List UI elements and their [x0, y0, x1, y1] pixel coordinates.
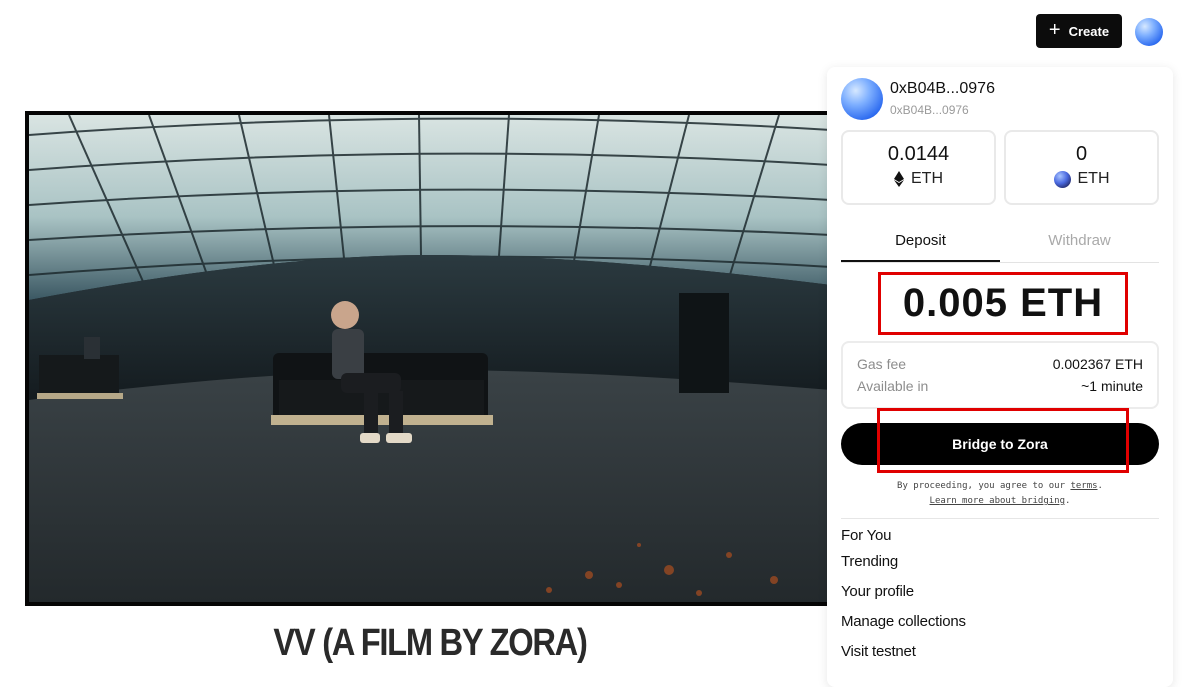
- nav-menu: For You Trending Your profile Manage col…: [841, 526, 966, 672]
- divider: [841, 518, 1159, 519]
- balance-card-eth: 0.0144 ETH: [841, 130, 996, 205]
- legal-prefix: By proceeding, you agree to our: [897, 481, 1071, 491]
- gas-fee-value: 0.002367 ETH: [1052, 356, 1143, 372]
- balance-unit: ETH: [911, 170, 943, 187]
- available-in-label: Available in: [857, 378, 929, 394]
- profile-avatar[interactable]: [1135, 18, 1163, 46]
- legal-suffix: .: [1097, 481, 1103, 491]
- menu-item-manage-collections[interactable]: Manage collections: [841, 612, 966, 642]
- bridge-tabs: Deposit Withdraw: [841, 223, 1159, 263]
- bridge-button[interactable]: Bridge to Zora: [841, 423, 1159, 465]
- balance-unit: ETH: [1077, 170, 1110, 187]
- plus-icon: +: [1048, 19, 1061, 41]
- learn-suffix: .: [1065, 496, 1071, 506]
- create-label: Create: [1068, 23, 1110, 39]
- balance-value: 0: [1075, 143, 1088, 165]
- video-player[interactable]: [25, 111, 835, 606]
- video-title: VV (A FILM BY ZORA): [273, 622, 587, 664]
- tab-withdraw[interactable]: Withdraw: [1000, 223, 1159, 262]
- video-frame: [29, 115, 831, 602]
- create-button[interactable]: + Create: [1036, 14, 1122, 48]
- amount-input[interactable]: 0.005 ETH: [878, 272, 1128, 335]
- menu-item-trending[interactable]: Trending: [841, 552, 966, 582]
- fee-summary: Gas fee 0.002367 ETH Available in ~1 min…: [841, 341, 1159, 409]
- wallet-panel: 0xB04B...0976 0xB04B...0976 0.0144 ETH 0…: [827, 67, 1173, 687]
- learn-bridging-link[interactable]: Learn more about bridging: [930, 496, 1065, 506]
- video-still-image: [29, 115, 831, 602]
- balance-value: 0.0144: [887, 143, 950, 165]
- gas-fee-label: Gas fee: [857, 356, 907, 372]
- account-address: 0xB04B...0976: [890, 103, 969, 117]
- tab-deposit[interactable]: Deposit: [841, 223, 1000, 262]
- menu-item-visit-testnet[interactable]: Visit testnet: [841, 642, 966, 672]
- zora-orb-icon: [1053, 170, 1071, 188]
- terms-link[interactable]: terms: [1070, 481, 1097, 491]
- account-avatar: [841, 78, 883, 120]
- menu-item-your-profile[interactable]: Your profile: [841, 582, 966, 612]
- account-name[interactable]: 0xB04B...0976: [890, 80, 995, 98]
- ethereum-icon: [894, 171, 904, 187]
- available-in-value: ~1 minute: [1081, 378, 1143, 394]
- menu-item-for-you[interactable]: For You: [841, 526, 966, 552]
- balance-card-zora: 0 ETH: [1004, 130, 1159, 205]
- legal-notice: By proceeding, you agree to our terms. L…: [841, 479, 1159, 509]
